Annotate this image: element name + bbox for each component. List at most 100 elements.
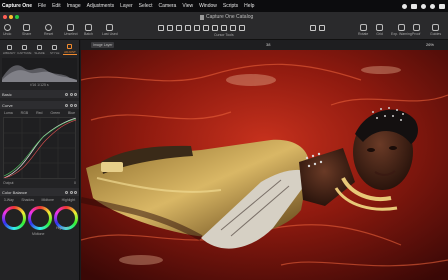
battery-icon[interactable] <box>411 3 417 9</box>
view-tools <box>310 25 325 31</box>
help-icon[interactable] <box>65 92 68 96</box>
exposure-warning-button[interactable]: Exp. Warning <box>391 24 412 36</box>
curve-tab-red[interactable]: Red <box>36 111 42 115</box>
annotate-tool-icon[interactable] <box>230 25 236 31</box>
menu-edit[interactable]: Edit <box>52 3 61 9</box>
undo-icon <box>3 24 11 31</box>
pan-tool-icon[interactable] <box>158 25 164 31</box>
undo-button[interactable]: Undo <box>3 24 11 36</box>
last-used-button[interactable]: Last Used <box>102 24 118 36</box>
output-value[interactable]: 0 <box>74 181 76 185</box>
rotate-button[interactable]: Rotate <box>358 24 368 36</box>
tab-library[interactable]: LIBRARY <box>2 45 16 55</box>
curve-tab-blue[interactable]: Blue <box>68 111 75 115</box>
proof-button[interactable]: Proof <box>412 24 420 36</box>
curve-section-controls <box>65 103 77 107</box>
rotate-tool-icon[interactable] <box>185 25 191 31</box>
curve-output: Output 0 <box>0 181 79 185</box>
unselect-button[interactable]: Unselect <box>64 24 78 36</box>
cursor-tools <box>158 25 245 31</box>
proof-icon <box>412 24 420 31</box>
batch-button[interactable]: Batch <box>84 24 93 36</box>
guides-label: Guides <box>430 32 442 36</box>
tab-style[interactable]: STYLE <box>48 45 62 55</box>
menu-window[interactable]: Window <box>199 3 217 9</box>
brush-tool-icon[interactable] <box>203 25 209 31</box>
select-tool-icon[interactable] <box>167 25 173 31</box>
unselect-label: Unselect <box>64 32 78 36</box>
app-menu[interactable]: Capture One <box>0 3 32 9</box>
control-center-icon[interactable] <box>439 3 445 9</box>
cb-help-icon[interactable] <box>65 190 68 194</box>
color-balance-controls <box>65 190 77 194</box>
search-icon[interactable] <box>430 3 435 9</box>
curve-more-icon[interactable] <box>74 103 77 107</box>
curve-reset-icon[interactable] <box>69 103 73 107</box>
color-balance-section-header[interactable]: Color Balance <box>0 188 79 196</box>
menu-image[interactable]: Image <box>67 3 81 9</box>
compare-icon[interactable] <box>310 25 316 31</box>
histogram <box>2 58 77 82</box>
style-icon <box>52 45 58 50</box>
menu-view[interactable]: View <box>182 3 193 9</box>
zoom-level[interactable]: 26% <box>426 42 434 47</box>
share-button[interactable]: Share <box>22 24 31 36</box>
before-after-icon[interactable] <box>319 25 325 31</box>
picker-tool-icon[interactable] <box>221 25 227 31</box>
section-controls <box>65 92 77 96</box>
midtone-color-wheel[interactable] <box>28 206 52 230</box>
tab-share-label: SHARE <box>34 51 45 55</box>
tab-adjust-label: ADJUST <box>64 50 76 54</box>
heal-tool-icon[interactable] <box>212 25 218 31</box>
menu-camera[interactable]: Camera <box>159 3 177 9</box>
menu-layer[interactable]: Layer <box>120 3 133 9</box>
close-window-icon[interactable] <box>3 15 7 19</box>
library-icon <box>6 45 12 50</box>
macos-menu-bar: Capture One File Edit Image Adjustments … <box>0 0 448 12</box>
curve-editor[interactable] <box>3 117 77 179</box>
shadow-color-wheel[interactable] <box>2 206 26 230</box>
grid-icon <box>376 24 383 31</box>
menu-file[interactable]: File <box>38 3 46 9</box>
histogram-graph <box>2 65 77 82</box>
curve-tab-green[interactable]: Green <box>50 111 60 115</box>
menu-select[interactable]: Select <box>139 3 153 9</box>
zoom-tool-icon[interactable] <box>239 25 245 31</box>
proof-label: Proof <box>412 32 421 36</box>
guides-button[interactable]: Guides <box>430 24 441 36</box>
adjust-icon <box>67 44 73 49</box>
reset-icon <box>45 24 53 31</box>
reset-button[interactable]: Reset <box>44 24 53 36</box>
grid-label: Grid <box>376 32 383 36</box>
main-photo[interactable] <box>81 50 448 280</box>
cb-reset-icon[interactable] <box>69 190 73 194</box>
wifi-icon[interactable] <box>421 3 426 9</box>
image-counter: 38 <box>266 42 271 47</box>
guides-icon <box>432 24 440 31</box>
layer-selector[interactable]: Image Layer <box>91 42 115 48</box>
viewer-bar: Image Layer 38 26% <box>81 40 448 50</box>
reset-section-icon[interactable] <box>69 92 73 96</box>
undo-label: Undo <box>3 32 12 36</box>
grid-button[interactable]: Grid <box>376 24 383 36</box>
curve-section-header[interactable]: Curve <box>0 101 79 109</box>
tab-style-label: STYLE <box>50 51 60 55</box>
cloud-icon[interactable] <box>402 3 407 9</box>
zoom-window-icon[interactable] <box>15 15 19 19</box>
basic-section-header[interactable]: Basic <box>0 90 79 98</box>
cb-more-icon[interactable] <box>74 190 77 194</box>
more-icon[interactable] <box>74 92 77 96</box>
tab-capture[interactable]: CAPTURE <box>17 45 32 55</box>
color-balance-section-title: Color Balance <box>2 189 28 195</box>
tab-adjust[interactable]: ADJUST <box>62 44 78 55</box>
curve-tab-luma[interactable]: Luma <box>4 111 13 115</box>
minimize-window-icon[interactable] <box>9 15 13 19</box>
menu-help[interactable]: Help <box>244 3 254 9</box>
curve-help-icon[interactable] <box>65 103 68 107</box>
keystone-tool-icon[interactable] <box>194 25 200 31</box>
crop-tool-icon[interactable] <box>176 25 182 31</box>
curve-tab-rgb[interactable]: RGB <box>21 111 29 115</box>
tab-share[interactable]: SHARE <box>33 45 47 55</box>
menu-adjustments[interactable]: Adjustments <box>87 3 115 9</box>
menu-scripts[interactable]: Scripts <box>223 3 238 9</box>
